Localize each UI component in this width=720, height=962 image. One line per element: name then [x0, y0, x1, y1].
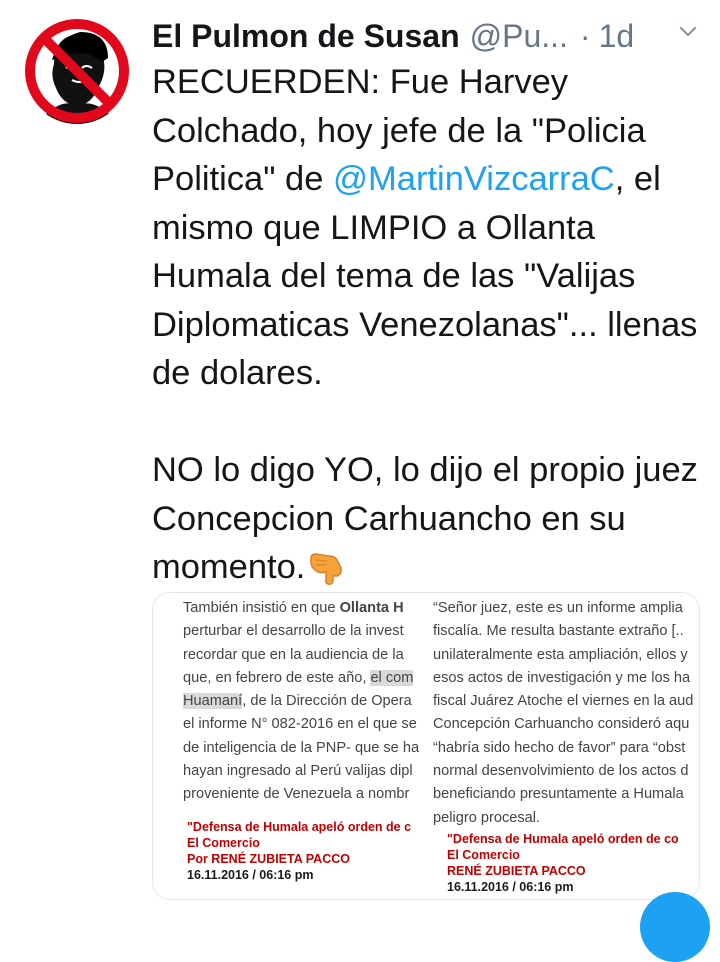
timestamp[interactable]: 1d [599, 18, 635, 55]
clipping-line: Concepción Carhuancho consideró aqu [433, 716, 690, 733]
tweet-media[interactable]: También insistió en que Ollanta H pertur… [152, 592, 700, 900]
caption-title: "Defensa de Humala apeló orden de co [447, 832, 679, 846]
tweet-paragraph-1: RECUERDEN: Fue Harvey Colchado, hoy jefe… [152, 58, 712, 398]
avatar[interactable] [24, 18, 130, 124]
clipping-line: También insistió en que Ollanta H [183, 600, 404, 616]
clipping-line: esos actos de investigación y me los ha [433, 669, 691, 686]
caption-date: 16.11.2016 / 06:16 pm [187, 868, 314, 882]
mention-link[interactable]: @MartinVizcarraC [333, 160, 615, 198]
separator: · [579, 17, 591, 54]
caption-source: El Comercio [187, 836, 260, 850]
clipping-text: “Señor juez, este es un informe amplia f… [433, 597, 693, 830]
clipping-caption: "Defensa de Humala apeló orden de c El C… [187, 819, 411, 883]
caption-title: "Defensa de Humala apeló orden de c [187, 820, 412, 834]
clipping-line: “habría sido hecho de favor” para “obst [433, 739, 686, 756]
clipping-line: fiscalía. Me resulta bastante extraño [.… [433, 623, 684, 640]
display-name[interactable]: El Pulmon de Susan [152, 18, 460, 55]
tweet-header: El Pulmon de Susan @Pu... · 1d [152, 12, 712, 60]
caption-author: Por RENÉ ZUBIETA PACCO [187, 852, 350, 866]
clipping-line: que, en febrero de este año, el com [183, 669, 414, 686]
caption-date: 16.11.2016 / 06:16 pm [447, 880, 574, 894]
clipping-line: de inteligencia de la PNP- que se ha [183, 739, 419, 756]
tweet-text: RECUERDEN: Fue Harvey Colchado, hoy jefe… [152, 58, 712, 600]
clipping-line: “Señor juez, este es un informe amplia [433, 600, 683, 616]
clipping-line: proveniente de Venezuela a nombr [183, 786, 410, 803]
text-segment: NO lo digo YO, lo dijo el propio juez Co… [152, 451, 698, 586]
clipping-line: peligro procesal. [433, 809, 541, 826]
clipping-line: Huamaní, de la Dirección de Opera [183, 693, 412, 710]
clipping-text: También insistió en que Ollanta H pertur… [183, 597, 419, 807]
compose-button[interactable] [640, 892, 710, 962]
clipping-line: perturbar el desarrollo de la invest [183, 623, 404, 640]
chevron-down-icon[interactable] [678, 22, 698, 42]
tweet-paragraph-2: NO lo digo YO, lo dijo el propio juez Co… [152, 446, 712, 600]
user-handle[interactable]: @Pu... [470, 18, 568, 55]
caption-author: RENÉ ZUBIETA PACCO [447, 864, 586, 878]
no-che-avatar-icon [24, 18, 130, 124]
media-image-left[interactable]: También insistió en que Ollanta H pertur… [153, 593, 419, 899]
clipping-line: unilateralmente esta ampliación, ellos y [433, 646, 688, 663]
clipping-line: el informe N° 082-2016 en el que se [183, 716, 417, 733]
clipping-line: beneficiando presuntamente a Humala [433, 786, 684, 803]
clipping-line: recordar que en la audiencia de la [183, 646, 404, 663]
clipping-line: fiscal Juárez Atoche el viernes en la au… [433, 693, 694, 710]
clipping-caption: "Defensa de Humala apeló orden de co El … [447, 831, 679, 895]
media-image-right[interactable]: “Señor juez, este es un informe amplia f… [423, 593, 699, 899]
clipping-line: normal desenvolvimiento de los actos d [433, 763, 689, 780]
clipping-line: hayan ingresado al Perú valijas dipl [183, 763, 413, 780]
caption-source: El Comercio [447, 848, 520, 862]
